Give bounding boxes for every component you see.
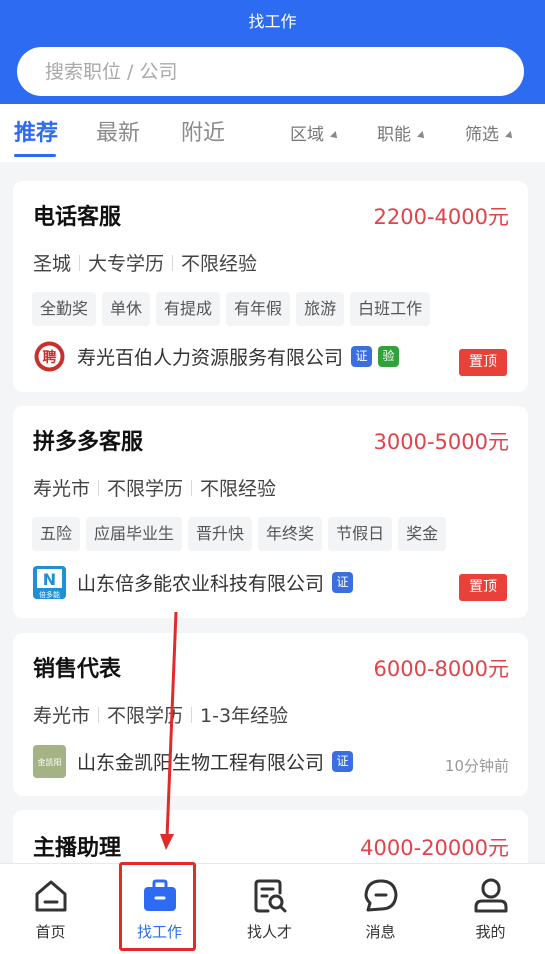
tab-nearby[interactable]: 附近 [181,115,225,147]
job-salary: 2200-4000元 [373,205,509,229]
nav-find-talent-label: 找人才 [246,923,292,941]
company-row: 聘 寿光百伯人力资源服务有限公司 证 验 [33,339,400,373]
job-tag: 奖金 [398,517,447,551]
job-tag: 有提成 [156,292,221,326]
job-tag: 白班工作 [350,292,431,326]
certified-badge: 证 [332,571,354,593]
company-logo: 聘 [33,339,66,373]
job-tag: 单休 [102,292,151,326]
bottom-nav: 首页 找工作 找人才 消息 我的 [0,863,545,954]
job-card[interactable]: 销售代表 6000-8000元 寿光市 不限学历 1-3年经验 金凯阳 山东金凯阳生… [13,633,528,796]
job-tag: 全勤奖 [32,292,97,326]
profile-icon [474,878,508,913]
filter-area[interactable]: 区域 [290,120,340,145]
tab-bar: 推荐 最新 附近 区域 职能 筛选 [0,104,545,162]
job-tags: 全勤奖 单休 有提成 有年假 旅游 白班工作 [32,292,436,326]
certified-badge: 证 [351,345,373,367]
company-logo-letter: N [43,570,56,589]
filter-function-label: 职能 [377,125,411,145]
job-experience: 1-3年经验 [200,705,289,727]
page-title: 找工作 [248,12,297,31]
filter-more[interactable]: 筛选 [465,120,515,145]
dropdown-triangle-icon [505,131,515,141]
nav-find-job-label: 找工作 [136,923,182,941]
pinned-badge: 置顶 [459,574,507,601]
search-box[interactable] [17,47,524,96]
filter-function[interactable]: 职能 [377,120,427,145]
job-card[interactable]: 电话客服 2200-4000元 圣城 大专学历 不限经验 全勤奖 单休 有提成 有年假 旅游… [13,181,528,392]
job-title: 主播助理 [33,836,122,861]
job-location: 寿光市 [33,705,91,727]
message-icon [364,879,398,912]
verified-badge: 验 [378,345,400,367]
nav-find-talent[interactable]: 找人才 [215,864,324,954]
job-education: 大专学历 [88,253,165,275]
nav-profile[interactable]: 我的 [436,864,545,954]
job-tag: 五险 [32,517,81,551]
job-tag: 年终奖 [258,517,323,551]
tab-latest[interactable]: 最新 [96,115,140,147]
nav-find-job[interactable]: 找工作 [105,864,214,954]
job-tags: 五险 应届毕业生 晋升快 年终奖 节假日 奖金 [32,517,452,551]
job-salary: 6000-8000元 [373,657,509,681]
company-name: 山东金凯阳生物工程有限公司 [77,751,325,774]
job-salary: 3000-5000元 [373,430,509,454]
tab-recommended[interactable]: 推荐 [14,115,58,147]
app-header: 找工作 [0,0,545,104]
job-experience: 不限经验 [181,253,258,275]
company-name: 寿光百伯人力资源服务有限公司 [77,346,344,369]
dropdown-triangle-icon [330,131,340,141]
briefcase-icon [144,879,176,911]
company-logo-mark: 倍多能 [39,590,60,599]
job-experience: 不限经验 [200,478,277,500]
job-title: 拼多多客服 [33,430,144,455]
home-icon [35,880,67,912]
active-tab-indicator [14,154,56,157]
post-time: 10分钟前 [444,757,509,775]
company-row: N 倍多能 山东倍多能农业科技有限公司 证 [33,565,354,599]
job-tag: 应届毕业生 [86,517,183,551]
job-education: 不限学历 [107,478,184,500]
nav-messages-label: 消息 [365,923,396,941]
company-logo-mark: 聘 [43,349,57,366]
job-title: 电话客服 [33,205,122,230]
pinned-badge: 置顶 [459,349,507,376]
filter-area-label: 区域 [290,125,324,145]
job-requirements: 寿光市 不限学历 不限经验 [33,474,276,501]
nav-messages[interactable]: 消息 [326,864,435,954]
company-logo-mark: 金凯阳 [38,757,62,767]
nav-profile-label: 我的 [475,923,506,941]
job-requirements: 寿光市 不限学历 1-3年经验 [33,701,288,728]
job-education: 不限学历 [107,705,184,727]
job-location: 圣城 [33,253,72,275]
certified-badge: 证 [332,750,354,772]
job-tag: 晋升快 [188,517,253,551]
job-requirements: 圣城 大专学历 不限经验 [33,249,257,276]
nav-home[interactable]: 首页 [0,864,105,954]
job-location: 寿光市 [33,478,91,500]
company-row: 金凯阳 山东金凯阳生物工程有限公司 证 [33,744,354,778]
company-logo: N 倍多能 [33,565,66,599]
job-card[interactable]: 主播助理 4000-20000元 [13,810,528,870]
job-tag: 有年假 [226,292,291,326]
company-logo: 金凯阳 [33,744,66,778]
dropdown-triangle-icon [417,131,427,141]
search-input[interactable] [45,47,505,96]
job-title: 销售代表 [33,657,122,682]
filter-more-label: 筛选 [465,125,499,145]
job-tag: 节假日 [328,517,393,551]
company-name: 山东倍多能农业科技有限公司 [77,572,325,595]
nav-home-label: 首页 [35,923,66,941]
job-salary: 4000-20000元 [360,836,509,860]
resume-search-icon [254,879,287,913]
job-card[interactable]: 拼多多客服 3000-5000元 寿光市 不限学历 不限经验 五险 应届毕业生 晋升快年… [13,406,528,618]
job-tag: 旅游 [296,292,345,326]
